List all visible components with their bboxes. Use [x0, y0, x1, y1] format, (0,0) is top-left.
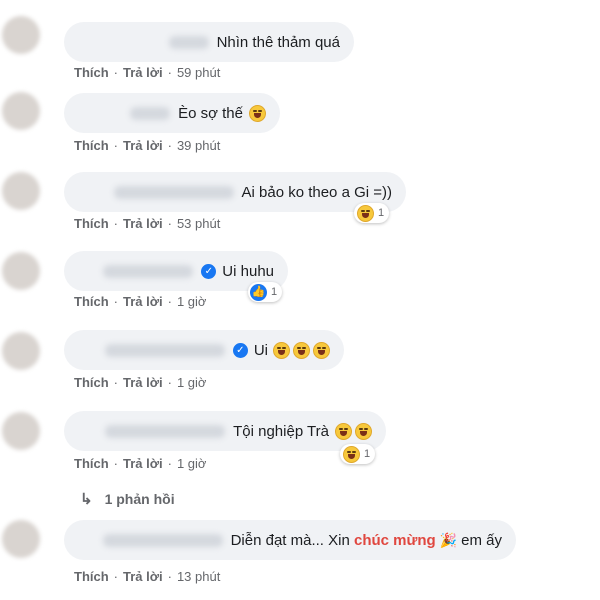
- comment-bubble: Ai bảo ko theo a Gi =)): [64, 172, 406, 212]
- rofl-emoji-icon: [293, 341, 310, 359]
- author-name[interactable]: [105, 424, 226, 438]
- comment-text: Nhìn thê thảm quá: [216, 33, 340, 51]
- comment-bubble: Nhìn thê thảm quá: [64, 22, 354, 62]
- reaction-summary[interactable]: 1: [354, 203, 390, 223]
- comment-text: Ai bảo ko theo a Gi =)): [241, 183, 393, 201]
- replies-count-label: 1 phản hồi: [104, 491, 175, 507]
- reply-link[interactable]: Trả lời: [123, 65, 163, 80]
- comment-bubble: ✓ Ui: [64, 330, 344, 370]
- reaction-count: 1: [364, 448, 371, 460]
- author-name[interactable]: [168, 35, 209, 49]
- timestamp[interactable]: 1 giờ: [177, 456, 207, 471]
- comment-bubble: Diễn đạt mà... Xin chúc mừng 🎉 em ấy: [64, 520, 516, 560]
- author-name[interactable]: [113, 185, 234, 199]
- reaction-summary[interactable]: 👍 1: [248, 282, 283, 302]
- timestamp[interactable]: 59 phút: [177, 65, 220, 80]
- comment-actions: Thích · Trả lời · 13 phút: [74, 569, 221, 584]
- reaction-count: 1: [378, 207, 385, 219]
- comment-text: Ui huhu: [222, 262, 274, 280]
- reaction-summary[interactable]: 1: [340, 444, 376, 464]
- comment-actions: Thích · Trả lời · 1 giờ: [74, 294, 207, 309]
- avatar[interactable]: [2, 16, 40, 54]
- like-link[interactable]: Thích: [74, 456, 109, 471]
- haha-reaction-icon: [357, 204, 374, 222]
- reaction-count: 1: [271, 286, 278, 298]
- avatar[interactable]: [2, 520, 40, 558]
- reply-link[interactable]: Trả lời: [123, 216, 163, 231]
- avatar[interactable]: [2, 412, 40, 450]
- view-replies-link[interactable]: ↳ 1 phản hồi: [80, 490, 175, 508]
- comment-actions: Thích · Trả lời · 39 phút: [74, 138, 221, 153]
- like-link[interactable]: Thích: [74, 138, 109, 153]
- like-link[interactable]: Thích: [74, 569, 109, 584]
- comment-text: Èo sợ thế: [178, 104, 243, 122]
- like-link[interactable]: Thích: [74, 65, 109, 80]
- author-name[interactable]: [104, 343, 225, 357]
- haha-emoji-icon: [335, 422, 352, 440]
- like-link[interactable]: Thích: [74, 294, 109, 309]
- like-reaction-icon: 👍: [250, 283, 267, 301]
- haha-reaction-icon: [343, 445, 360, 463]
- timestamp[interactable]: 39 phút: [177, 138, 220, 153]
- comment-text: Tội nghiệp Trà: [233, 422, 329, 440]
- avatar[interactable]: [2, 172, 40, 210]
- avatar[interactable]: [2, 92, 40, 130]
- rofl-emoji-icon: [355, 422, 372, 440]
- comment-actions: Thích · Trả lời · 53 phút: [74, 216, 221, 231]
- avatar[interactable]: [2, 332, 40, 370]
- grimace-emoji-icon: [249, 104, 266, 122]
- reply-link[interactable]: Trả lời: [123, 569, 163, 584]
- rofl-emoji-icon: [313, 341, 330, 359]
- avatar[interactable]: [2, 252, 40, 290]
- like-link[interactable]: Thích: [74, 216, 109, 231]
- comment-bubble: Èo sợ thế: [64, 93, 280, 133]
- highlighted-text: chúc mừng: [354, 531, 436, 549]
- comment-actions: Thích · Trả lời · 1 giờ: [74, 456, 207, 471]
- reply-arrow-icon: ↳: [80, 491, 93, 508]
- comment-bubble: Tội nghiệp Trà: [64, 411, 386, 451]
- author-name[interactable]: [130, 106, 171, 120]
- reply-link[interactable]: Trả lời: [123, 138, 163, 153]
- like-link[interactable]: Thích: [74, 375, 109, 390]
- comment-actions: Thích · Trả lời · 59 phút: [74, 65, 221, 80]
- timestamp[interactable]: 53 phút: [177, 216, 220, 231]
- party-popper-icon: 🎉: [439, 531, 458, 548]
- comment-actions: Thích · Trả lời · 1 giờ: [74, 375, 207, 390]
- verified-badge-icon: ✓: [232, 342, 248, 358]
- reply-link[interactable]: Trả lời: [123, 456, 163, 471]
- comment-text: Ui: [253, 341, 268, 359]
- reply-link[interactable]: Trả lời: [123, 294, 163, 309]
- author-name[interactable]: [102, 533, 223, 547]
- timestamp[interactable]: 1 giờ: [177, 375, 207, 390]
- comment-text: Diễn đạt mà... Xin chúc mừng 🎉 em ấy: [230, 531, 502, 549]
- reply-link[interactable]: Trả lời: [123, 375, 163, 390]
- timestamp[interactable]: 1 giờ: [177, 294, 207, 309]
- timestamp[interactable]: 13 phút: [177, 569, 220, 584]
- author-name[interactable]: [103, 264, 194, 278]
- verified-badge-icon: ✓: [201, 263, 217, 279]
- rofl-emoji-icon: [273, 341, 290, 359]
